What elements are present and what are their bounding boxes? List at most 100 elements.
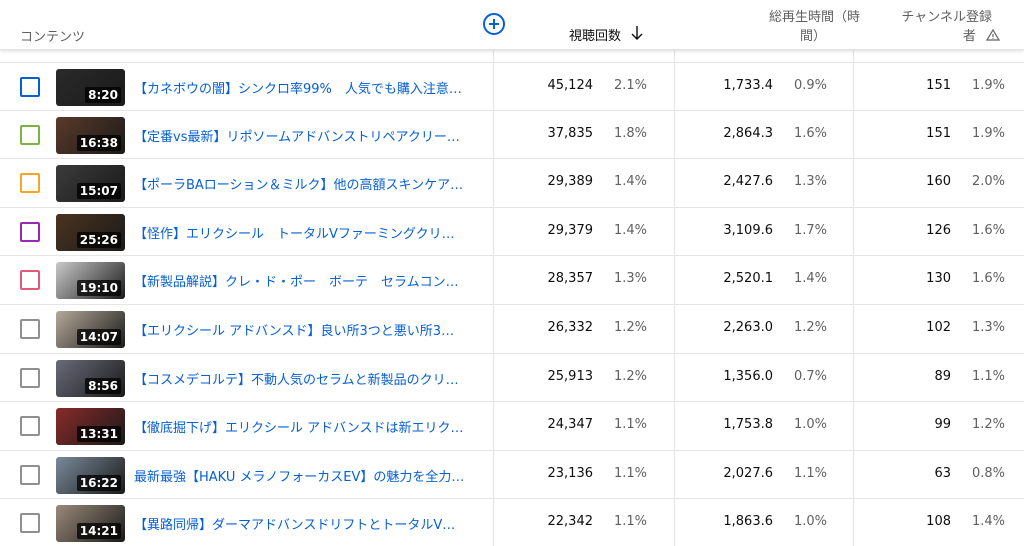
views-value: 45,124	[547, 78, 594, 93]
video-title-link[interactable]: 【エリクシール アドバンスド】良い所3つと悪い所3…	[134, 320, 484, 339]
watch-time-value: 2,263.0	[723, 319, 773, 335]
warning-icon[interactable]	[986, 29, 1000, 41]
watch-time-value: 2,027.6	[723, 465, 773, 481]
header-watch-time-line1: 総再生時間（時	[768, 10, 860, 25]
views-percent: 1.4%	[613, 222, 647, 238]
header-content[interactable]: コンテンツ	[20, 26, 85, 45]
views-percent: 1.8%	[613, 125, 647, 141]
header-subscribers-line1: チャンネル登録	[901, 10, 992, 25]
video-title-link[interactable]: 【徹底掘下げ】エリクシール アドバンスドは新エリク…	[134, 417, 484, 436]
watch-time-percent: 1.0%	[793, 514, 827, 530]
views-value: 24,347	[547, 417, 594, 433]
video-duration: 14:21	[76, 523, 121, 540]
table-row[interactable]: 16:22 最新最強【HAKU メラノフォーカスEV】の魅力を全力… 23,13…	[0, 451, 1024, 500]
video-duration: 25:26	[76, 231, 121, 248]
row-checkbox[interactable]	[20, 77, 40, 97]
video-duration: 13:31	[76, 426, 121, 443]
subscribers-percent: 2.0%	[971, 174, 1005, 190]
subscribers-percent: 1.3%	[971, 319, 1005, 335]
subscribers-value: 126	[926, 222, 951, 238]
views-value: 29,389	[547, 174, 594, 190]
row-checkbox[interactable]	[20, 124, 40, 145]
header-subscribers-line2-wrap: 者	[860, 27, 1000, 46]
row-checkbox[interactable]	[20, 270, 40, 291]
video-thumbnail[interactable]: 15:07	[56, 165, 125, 203]
header-subscribers[interactable]: チャンネル登録 者	[860, 8, 1000, 46]
watch-time-percent: 1.7%	[793, 222, 827, 238]
video-thumbnail[interactable]: 8:20	[56, 69, 125, 106]
video-duration: 8:20	[85, 87, 121, 103]
table-row[interactable]: 25:26 【怪作】エリクシール トータルVファーミングクリ… 29,379 1…	[0, 208, 1024, 257]
watch-time-percent: 1.1%	[793, 465, 827, 481]
watch-time-percent: 1.2%	[793, 319, 827, 335]
subscribers-value: 102	[926, 319, 951, 335]
sort-descending-icon[interactable]	[630, 25, 644, 41]
video-duration: 15:07	[76, 183, 121, 200]
video-thumbnail[interactable]: 19:10	[56, 262, 125, 300]
content-table: 8:20 【カネボウの闇】シンクロ率99% 人気でも購入注意… 45,124 2…	[0, 62, 1024, 546]
video-thumbnail[interactable]: 14:07	[56, 310, 125, 348]
table-row[interactable]: 15:07 【ポーラBAローション＆ミルク】他の高額スキンケア… 29,389 …	[0, 159, 1024, 208]
header-subscribers-line2: 者	[962, 29, 976, 44]
subscribers-percent: 0.8%	[971, 465, 1005, 481]
watch-time-percent: 1.3%	[793, 174, 827, 190]
header-views[interactable]: 視聴回数	[569, 25, 621, 44]
subscribers-percent: 1.6%	[971, 271, 1005, 287]
video-thumbnail[interactable]: 16:38	[56, 116, 125, 154]
watch-time-value: 1,356.0	[723, 368, 773, 384]
table-row[interactable]: 19:10 【新製品解説】クレ・ド・ポー ボーテ セラムコン… 28,357 1…	[0, 256, 1024, 305]
table-row[interactable]: 16:38 【定番vs最新】リポソームアドバンストリペアクリー… 37,835 …	[0, 111, 1024, 160]
subscribers-value: 160	[926, 174, 951, 190]
row-checkbox[interactable]	[20, 318, 40, 339]
video-title-link[interactable]: 【カネボウの闇】シンクロ率99% 人気でも購入注意…	[134, 78, 484, 97]
table-row[interactable]: 14:07 【エリクシール アドバンスド】良い所3つと悪い所3… 26,332 …	[0, 305, 1024, 354]
views-percent: 1.1%	[613, 465, 647, 481]
watch-time-value: 1,733.4	[723, 78, 773, 93]
video-title-link[interactable]: 【怪作】エリクシール トータルVファーミングクリ…	[134, 223, 484, 242]
subscribers-value: 63	[934, 465, 951, 481]
video-thumbnail[interactable]: 25:26	[56, 213, 125, 251]
views-value: 22,342	[547, 514, 594, 530]
video-thumbnail[interactable]: 8:56	[56, 359, 125, 397]
header-watch-time-line2: 間）	[799, 29, 826, 44]
table-row[interactable]: 8:56 【コスメデコルテ】不動人気のセラムと新製品のクリ… 25,913 1.…	[0, 354, 1024, 403]
table-row[interactable]: 13:31 【徹底掘下げ】エリクシール アドバンスドは新エリク… 24,347 …	[0, 402, 1024, 451]
video-thumbnail[interactable]: 14:21	[56, 505, 125, 543]
subscribers-percent: 1.2%	[971, 417, 1005, 433]
video-title-link[interactable]: 【コスメデコルテ】不動人気のセラムと新製品のクリ…	[134, 369, 484, 388]
watch-time-value: 1,753.8	[723, 417, 773, 433]
subscribers-value: 151	[926, 125, 951, 141]
video-duration: 19:10	[76, 280, 121, 297]
views-percent: 1.4%	[613, 174, 647, 190]
row-checkbox[interactable]	[20, 416, 40, 437]
video-title-link[interactable]: 最新最強【HAKU メラノフォーカスEV】の魅力を全力…	[134, 466, 484, 485]
watch-time-value: 1,863.6	[723, 514, 773, 530]
header-watch-time[interactable]: 総再生時間（時 間）	[700, 8, 860, 46]
video-thumbnail[interactable]: 13:31	[56, 408, 125, 446]
views-value: 26,332	[547, 319, 594, 335]
subscribers-percent: 1.4%	[971, 514, 1005, 530]
views-percent: 1.1%	[613, 417, 647, 433]
row-checkbox[interactable]	[20, 464, 40, 485]
views-value: 23,136	[547, 465, 594, 481]
row-checkbox[interactable]	[20, 221, 40, 242]
subscribers-value: 108	[926, 514, 951, 530]
video-title-link[interactable]: 【異路同帰】ダーマアドバンスドリフトとトータルV…	[134, 514, 484, 533]
video-title-link[interactable]: 【定番vs最新】リポソームアドバンストリペアクリー…	[134, 126, 484, 145]
video-thumbnail[interactable]: 16:22	[56, 456, 125, 494]
subscribers-percent: 1.6%	[971, 222, 1005, 238]
table-row[interactable]: 8:20 【カネボウの闇】シンクロ率99% 人気でも購入注意… 45,124 2…	[0, 62, 1024, 111]
add-column-icon[interactable]	[483, 13, 505, 35]
watch-time-percent: 0.7%	[793, 368, 827, 384]
views-percent: 1.3%	[613, 271, 647, 287]
table-row[interactable]: 14:21 【異路同帰】ダーマアドバンスドリフトとトータルV… 22,342 1…	[0, 499, 1024, 546]
views-value: 28,357	[547, 271, 594, 287]
watch-time-value: 2,520.1	[723, 271, 773, 287]
row-checkbox[interactable]	[20, 367, 40, 388]
row-checkbox[interactable]	[20, 513, 40, 534]
subscribers-percent: 1.9%	[971, 78, 1005, 93]
video-title-link[interactable]: 【ポーラBAローション＆ミルク】他の高額スキンケア…	[134, 174, 484, 193]
video-title-link[interactable]: 【新製品解説】クレ・ド・ポー ボーテ セラムコン…	[134, 271, 484, 290]
row-checkbox[interactable]	[20, 173, 40, 194]
video-duration: 14:07	[76, 328, 121, 345]
